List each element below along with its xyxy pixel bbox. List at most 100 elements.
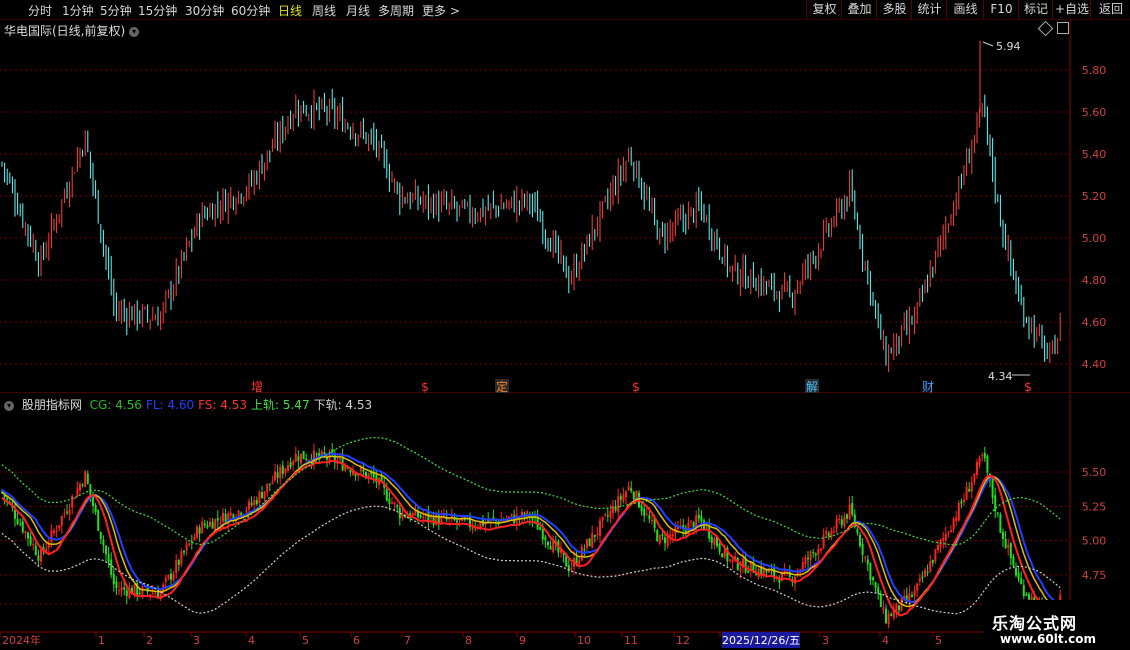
indicator-candle-body xyxy=(266,483,269,493)
indicator-candle-body xyxy=(801,562,804,570)
indicator-candle-body xyxy=(718,543,721,552)
indicator-candle-body xyxy=(981,454,984,456)
indicator-candle-body xyxy=(211,521,214,529)
indicator-candle-body xyxy=(986,455,989,473)
indicator-candle-body xyxy=(276,472,279,478)
indicator-candle-body xyxy=(851,503,854,515)
indicator-candle-body xyxy=(203,523,206,526)
indicator-candle-body xyxy=(315,453,318,455)
indicator-candle-body xyxy=(183,550,185,553)
indicator-candle-body xyxy=(965,486,968,500)
date-label: 8 xyxy=(465,634,472,647)
indicator-candle-body xyxy=(729,559,731,561)
indicator-candle-body xyxy=(16,518,19,524)
indicator-candle-body xyxy=(229,512,232,516)
indicator-candle-body xyxy=(27,532,29,539)
indicator-candle-body xyxy=(890,614,893,617)
indicator-candle-body xyxy=(115,581,118,589)
indicator-candle-body xyxy=(463,519,466,521)
date-axis: 2024年 1 2 3 4 5 6 7 8 9 10 11 12 2025/12/26/五 3 4 5 xyxy=(0,631,1070,648)
indicator-candle-body xyxy=(630,488,633,492)
indicator-candle-body xyxy=(190,540,193,543)
indicator-candle-body xyxy=(102,539,105,546)
indicator-candle-body xyxy=(898,605,900,611)
indicator-candle-body xyxy=(591,533,594,548)
candlestick-chart[interactable]: 5.80 5.60 5.40 5.20 5.00 4.80 4.60 4.40 5.94 4.34… xyxy=(0,0,1130,393)
low-price-label: 4.34 xyxy=(988,370,1013,383)
indicator-candle-body xyxy=(58,525,61,529)
indicator-candle-body xyxy=(79,483,81,491)
date-label: 4 xyxy=(248,634,255,647)
indicator-candle-body xyxy=(697,514,700,519)
indicator-candle-body xyxy=(996,512,999,514)
indicator-candle-body xyxy=(14,509,16,519)
indicator-candle-body xyxy=(305,458,308,461)
indicator-candle-body xyxy=(1009,543,1012,558)
indicator-candle-body xyxy=(731,559,734,563)
indicator-candle-body xyxy=(593,534,596,537)
indicator-candle-body xyxy=(648,515,651,520)
indicator-candle-body xyxy=(289,462,292,468)
high-price-label: 5.94 xyxy=(996,40,1021,53)
indicator-candle-body xyxy=(287,465,289,471)
indicator-candle-body xyxy=(349,470,352,473)
indicator-candle-body xyxy=(422,516,425,518)
indicator-candle-body xyxy=(929,561,932,572)
indicator-candle-body xyxy=(804,557,807,565)
indicator-candle-body xyxy=(297,456,300,461)
indicator-candle-body xyxy=(118,589,120,591)
indicator-candle-body xyxy=(627,486,630,491)
indicator-candle-body xyxy=(994,495,997,512)
indicator-chart[interactable]: 5.50 5.25 5.00 4.75 xyxy=(0,390,1130,650)
indicator-candle-body xyxy=(175,560,178,573)
indicator-candle-body xyxy=(188,543,191,546)
indicator-candle-body xyxy=(60,516,63,526)
indicator-candle-body xyxy=(237,510,240,516)
indicator-candle-body xyxy=(924,569,926,577)
indicator-candle-body xyxy=(339,458,341,460)
indicator-candle-body xyxy=(133,584,136,595)
indicator-candle-body xyxy=(856,529,859,533)
indicator-candle-body xyxy=(664,537,666,544)
indicator-candle-body xyxy=(63,513,66,515)
indicator-candle-body xyxy=(547,541,549,546)
indicator-candle-body xyxy=(253,500,256,506)
indicator-axis-label: 4.75 xyxy=(1082,569,1107,582)
indicator-candle-body xyxy=(1004,538,1007,549)
indicator-candle-body xyxy=(817,548,820,556)
date-label: 4 xyxy=(882,634,889,647)
indicator-candle-body xyxy=(24,531,27,534)
indicator-candle-body xyxy=(141,586,144,596)
indicator-candle-body xyxy=(976,461,978,476)
indicator-candle-body xyxy=(177,559,180,565)
indicator-candle-body xyxy=(1028,593,1030,600)
indicator-candle-body xyxy=(747,570,750,573)
indicator-candle-body xyxy=(947,532,950,534)
indicator-candle-body xyxy=(960,501,963,504)
indicator-candle-body xyxy=(833,530,835,532)
indicator-candle-body xyxy=(625,491,627,498)
indicator-candle-body xyxy=(172,573,175,581)
indicator-candle-body xyxy=(739,568,742,571)
indicator-candle-body xyxy=(580,546,583,561)
date-label: 2025/12/26/五 xyxy=(722,634,800,647)
indicator-candle-body xyxy=(120,587,123,591)
indicator-candle-body xyxy=(983,452,986,459)
indicator-candle-body xyxy=(991,478,994,498)
indicator-candle-body xyxy=(6,497,9,500)
indicator-candle-body xyxy=(604,514,607,516)
indicator-candle-body xyxy=(50,530,53,543)
indicator-candle-body xyxy=(313,450,315,465)
price-axis-label: 4.80 xyxy=(1082,274,1107,287)
indicator-candle-body xyxy=(970,482,973,492)
indicator-candle-body xyxy=(877,587,880,594)
indicator-candle-body xyxy=(81,484,84,486)
indicator-candle-body xyxy=(838,519,841,521)
indicator-candle-body xyxy=(640,505,643,512)
indicator-candle-body xyxy=(164,577,167,582)
indicator-candle-body xyxy=(196,526,198,538)
indicator-candle-body xyxy=(617,496,620,513)
indicator-candle-body xyxy=(952,518,955,530)
indicator-candle-body xyxy=(55,530,58,532)
indicator-candle-body xyxy=(651,519,653,521)
